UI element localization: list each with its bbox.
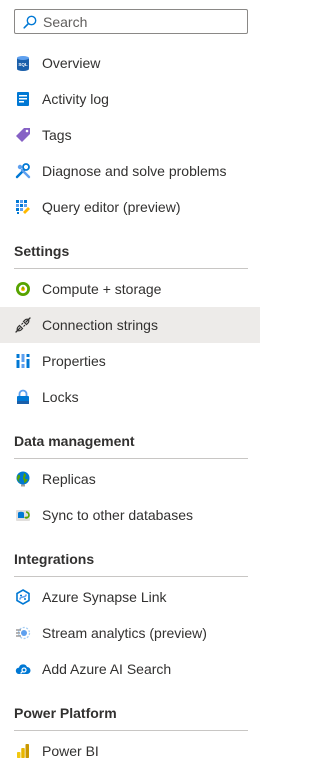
menu-item-replicas[interactable]: Replicas xyxy=(0,461,260,497)
menu-item-label: Activity log xyxy=(42,91,109,107)
menu-item-label: Properties xyxy=(42,353,106,369)
synapse-icon xyxy=(15,589,31,605)
menu-item-label: Add Azure AI Search xyxy=(42,661,172,677)
menu-item-locks[interactable]: Locks xyxy=(0,379,260,415)
plug-icon xyxy=(15,317,31,333)
section-header-power-platform: Power Platform xyxy=(14,705,117,721)
menu-item-label: Sync to other databases xyxy=(42,507,193,523)
section-divider xyxy=(14,576,248,577)
svg-text:SQL: SQL xyxy=(18,62,28,67)
menu-item-label: Locks xyxy=(42,389,79,405)
activity-log-icon xyxy=(15,91,31,107)
menu-item-label: Connection strings xyxy=(42,317,158,333)
menu-item-connection-strings[interactable]: Connection strings xyxy=(0,307,260,343)
menu-item-compute-storage[interactable]: Compute + storage xyxy=(0,271,260,307)
section-header-integrations: Integrations xyxy=(14,551,95,567)
lock-icon xyxy=(15,389,31,405)
menu-item-label: Diagnose and solve problems xyxy=(42,163,227,179)
menu-item-activity-log[interactable]: Activity log xyxy=(0,81,260,117)
section-header-settings: Settings xyxy=(14,243,70,259)
sql-database-icon: SQL xyxy=(15,55,31,71)
menu-item-overview[interactable]: SQL Overview xyxy=(0,45,260,81)
menu-item-synapse-link[interactable]: Azure Synapse Link xyxy=(0,579,260,615)
tag-icon xyxy=(15,127,31,143)
power-bi-icon xyxy=(15,743,31,759)
section-divider xyxy=(14,730,248,731)
menu-item-label: Tags xyxy=(42,127,72,143)
menu-item-label: Overview xyxy=(42,55,101,71)
search-box[interactable] xyxy=(14,9,248,34)
sync-icon xyxy=(15,507,31,523)
properties-icon xyxy=(15,353,31,369)
menu-item-label: Azure Synapse Link xyxy=(42,589,167,605)
resource-menu: SQL Overview Activity log Tags xyxy=(0,0,260,767)
search-icon xyxy=(23,15,37,29)
menu-item-label: Replicas xyxy=(42,471,96,487)
cloud-search-icon xyxy=(15,661,31,677)
section-divider xyxy=(14,458,248,459)
stream-analytics-icon xyxy=(15,625,31,641)
search-input[interactable] xyxy=(43,13,233,30)
compute-storage-icon xyxy=(15,281,31,297)
menu-item-properties[interactable]: Properties xyxy=(0,343,260,379)
menu-item-tags[interactable]: Tags xyxy=(0,117,260,153)
query-editor-icon xyxy=(15,199,31,215)
menu-item-label: Stream analytics (preview) xyxy=(42,625,207,641)
wrench-icon xyxy=(15,163,31,179)
menu-item-query-editor[interactable]: Query editor (preview) xyxy=(0,189,260,225)
menu-item-stream-analytics[interactable]: Stream analytics (preview) xyxy=(0,615,260,651)
menu-item-diagnose[interactable]: Diagnose and solve problems xyxy=(0,153,260,189)
menu-item-power-bi[interactable]: Power BI xyxy=(0,733,260,767)
menu-item-label: Compute + storage xyxy=(42,281,162,297)
section-header-data-management: Data management xyxy=(14,433,135,449)
menu-item-sync[interactable]: Sync to other databases xyxy=(0,497,260,533)
globe-icon xyxy=(15,471,31,487)
section-divider xyxy=(14,268,248,269)
menu-item-ai-search[interactable]: Add Azure AI Search xyxy=(0,651,260,687)
menu-item-label: Query editor (preview) xyxy=(42,199,181,215)
menu-item-label: Power BI xyxy=(42,743,99,759)
